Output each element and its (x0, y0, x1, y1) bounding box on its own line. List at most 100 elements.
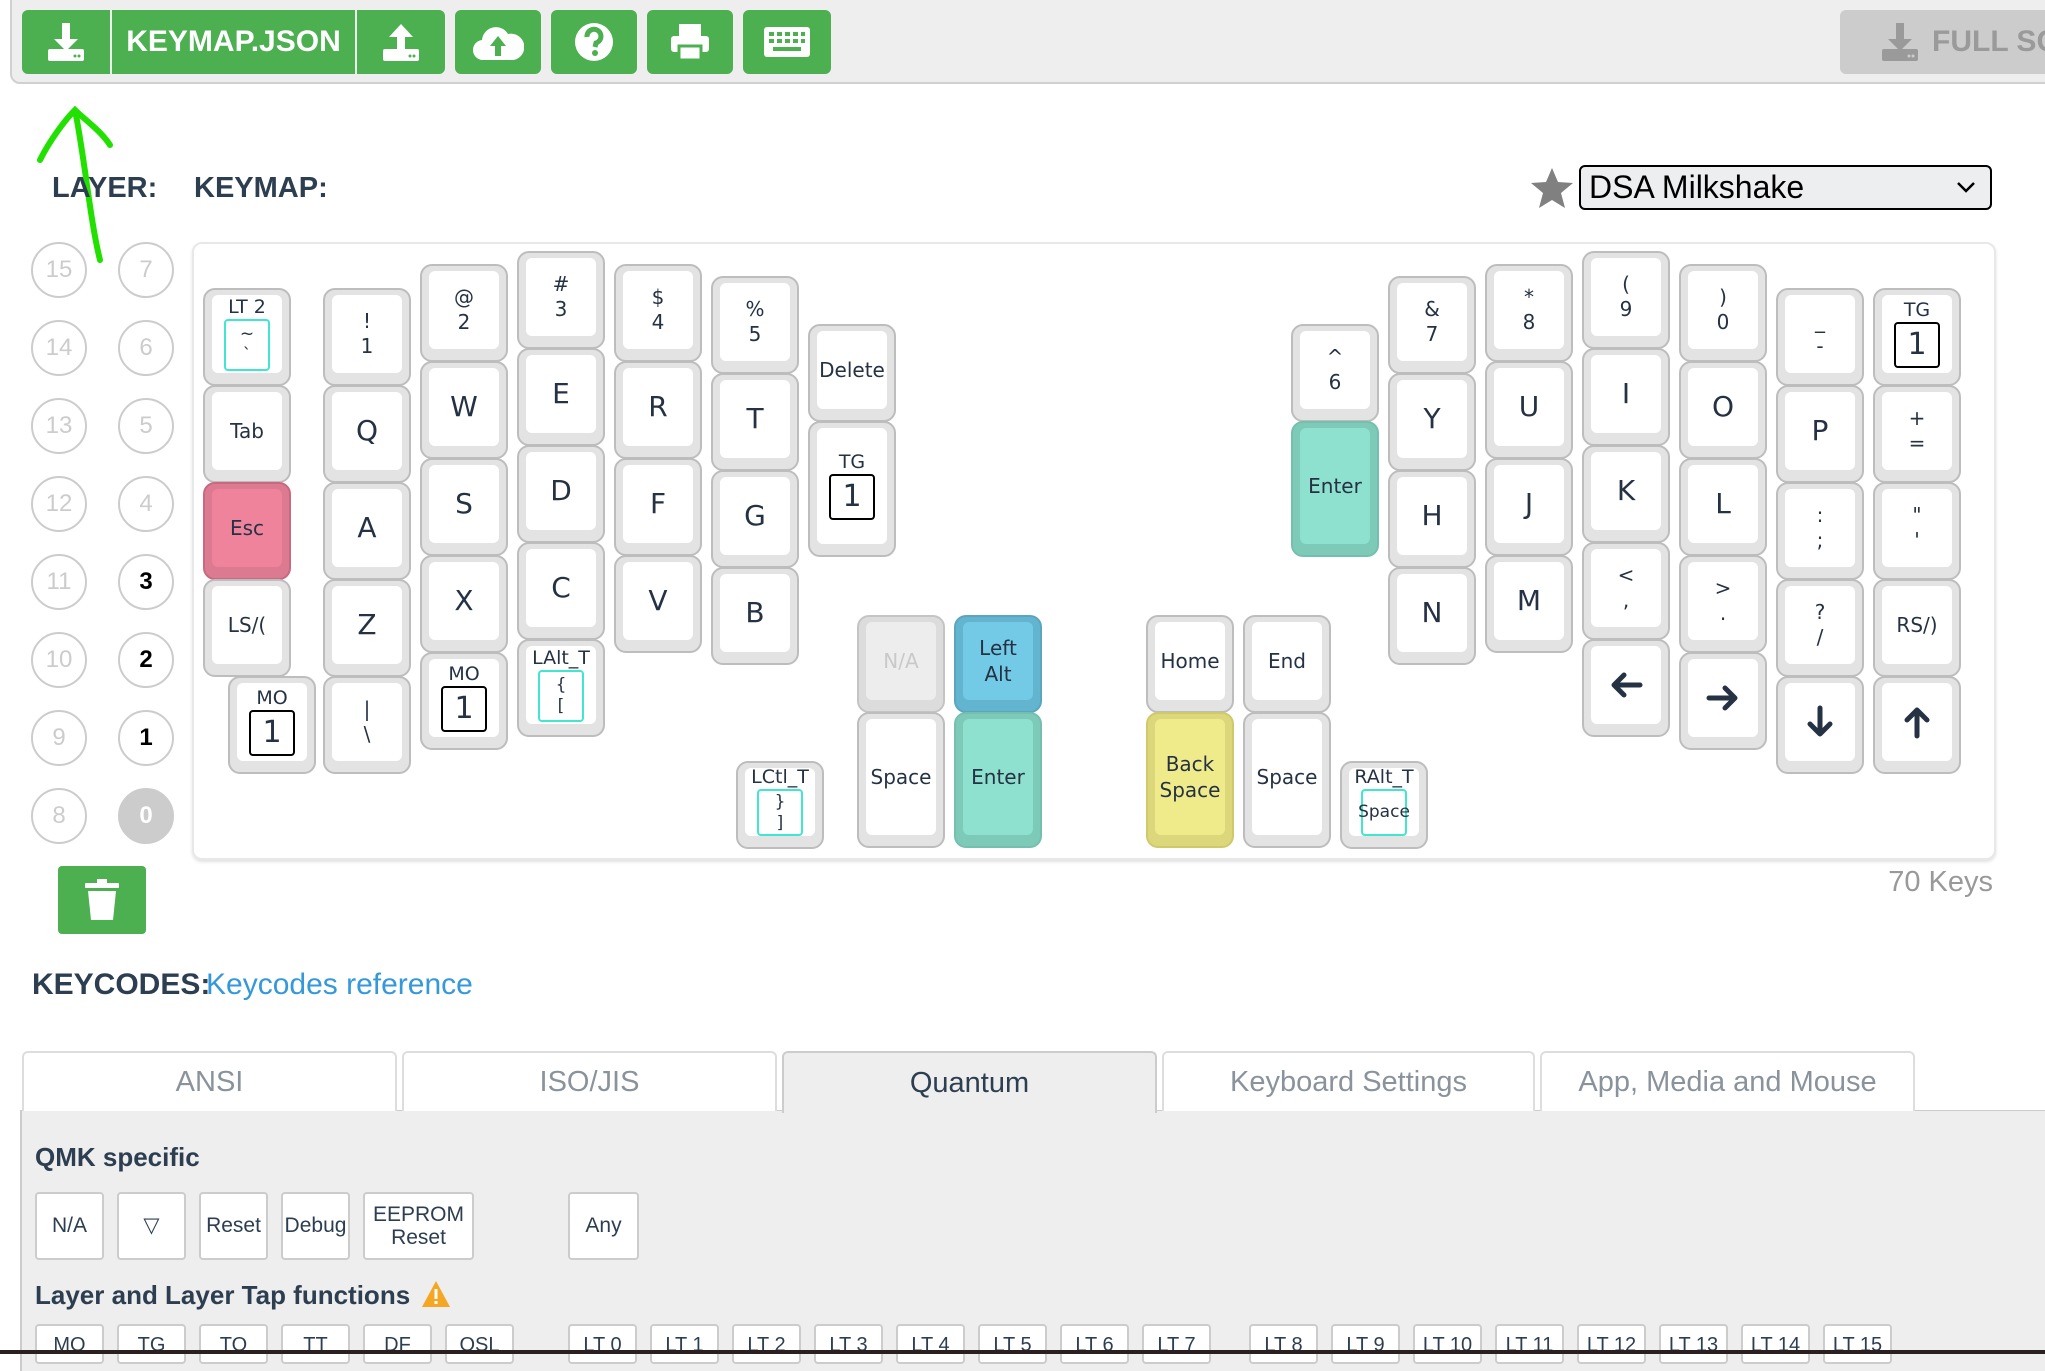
layer-button-0[interactable]: 0 (118, 788, 174, 844)
key-slash[interactable]: ? / (1776, 579, 1864, 677)
key-esc[interactable]: Esc (203, 482, 291, 580)
key-lalt-t[interactable]: LAlt_T{ [ (517, 639, 605, 737)
key-enter-l[interactable]: Enter (954, 712, 1042, 848)
key-b[interactable]: B (711, 567, 799, 665)
keycode-transparent[interactable]: ▽ (117, 1192, 186, 1260)
key-inner-keycode[interactable]: Space (1358, 789, 1410, 836)
keycode-lt-9[interactable]: LT 9 (1331, 1324, 1400, 1364)
key-n6[interactable]: ^ 6 (1291, 324, 1379, 422)
layer-button-6[interactable]: 6 (118, 320, 174, 376)
keycode-lt-1[interactable]: LT 1 (650, 1324, 719, 1364)
keycode-lt-2[interactable]: LT 2 (732, 1324, 801, 1364)
key-o[interactable]: O (1679, 361, 1767, 459)
key-ralt-t[interactable]: RAlt_T Space (1340, 761, 1428, 849)
key-inner-keycode[interactable]: ~ ` (224, 318, 270, 371)
key-tg-left[interactable]: TG 1 (808, 421, 896, 557)
layer-button-3[interactable]: 3 (118, 554, 174, 610)
key-backslash[interactable]: | \ (323, 676, 411, 774)
keycode-lt-11[interactable]: LT 11 (1495, 1324, 1564, 1364)
key-semicolon[interactable]: : ; (1776, 482, 1864, 580)
key-n2[interactable]: @ 2 (420, 264, 508, 362)
key-delete[interactable]: Delete (808, 324, 896, 422)
key-enter-r[interactable]: Enter (1291, 421, 1379, 557)
upload-keymap-button[interactable] (357, 10, 445, 74)
layer-button-10[interactable]: 10 (31, 632, 87, 688)
key-n7[interactable]: & 7 (1388, 276, 1476, 374)
key-backspace[interactable]: Back Space (1146, 712, 1234, 848)
key-up[interactable] (1873, 676, 1961, 774)
keycode-reset[interactable]: Reset (199, 1192, 268, 1260)
tab-iso-jis[interactable]: ISO/JIS (402, 1051, 777, 1111)
key-right[interactable] (1679, 652, 1767, 750)
key-i[interactable]: I (1582, 348, 1670, 446)
keycode-lt-3[interactable]: LT 3 (814, 1324, 883, 1364)
key-g[interactable]: G (711, 470, 799, 568)
print-button[interactable] (647, 10, 733, 74)
star-icon[interactable] (1530, 167, 1574, 209)
key-inner-keycode[interactable]: 1 (249, 709, 295, 756)
layer-button-11[interactable]: 11 (31, 554, 87, 610)
layer-button-15[interactable]: 15 (31, 242, 87, 298)
layer-button-1[interactable]: 1 (118, 710, 174, 766)
keycode-mo[interactable]: MO (35, 1324, 104, 1364)
help-button[interactable] (551, 10, 637, 74)
layer-button-9[interactable]: 9 (31, 710, 87, 766)
key-equal[interactable]: + = (1873, 385, 1961, 483)
keycodes-reference-link[interactable]: Keycodes reference (206, 968, 473, 1002)
key-minus[interactable]: _ - (1776, 288, 1864, 386)
keymap-json-button[interactable]: KEYMAP.JSON (112, 10, 355, 74)
warning-icon[interactable] (421, 1280, 451, 1308)
key-c[interactable]: C (517, 542, 605, 640)
key-left-alt[interactable]: Left Alt (954, 615, 1042, 713)
key-n4[interactable]: $ 4 (614, 264, 702, 362)
key-left[interactable] (1582, 639, 1670, 737)
keycode-lt-0[interactable]: LT 0 (568, 1324, 637, 1364)
cloud-upload-button[interactable] (455, 10, 541, 74)
keycap-theme-select[interactable]: DSA Milkshake (1579, 165, 1992, 210)
tab-ansi[interactable]: ANSI (22, 1051, 397, 1111)
clear-layer-button[interactable] (58, 866, 146, 934)
key-z[interactable]: Z (323, 579, 411, 677)
key-down[interactable] (1776, 676, 1864, 774)
layer-button-2[interactable]: 2 (118, 632, 174, 688)
key-u[interactable]: U (1485, 361, 1573, 459)
tab-keyboard-settings[interactable]: Keyboard Settings (1162, 1051, 1535, 1111)
keycode-eeprom-reset[interactable]: EEPROM Reset (363, 1192, 474, 1260)
keycode-lt-12[interactable]: LT 12 (1577, 1324, 1646, 1364)
keycode-osl[interactable]: OSL (445, 1324, 514, 1364)
key-y[interactable]: Y (1388, 373, 1476, 471)
key-n3[interactable]: # 3 (517, 251, 605, 349)
key-f[interactable]: F (614, 458, 702, 556)
keycode-lt-4[interactable]: LT 4 (896, 1324, 965, 1364)
key-comma[interactable]: < , (1582, 542, 1670, 640)
key-v[interactable]: V (614, 555, 702, 653)
key-n9[interactable]: ( 9 (1582, 251, 1670, 349)
key-lshift[interactable]: LS/( (203, 579, 291, 677)
key-a[interactable]: A (323, 482, 411, 580)
key-k[interactable]: K (1582, 445, 1670, 543)
key-r[interactable]: R (614, 361, 702, 459)
key-rshift[interactable]: RS/) (1873, 579, 1961, 677)
key-quote[interactable]: " ' (1873, 482, 1961, 580)
keycode-df[interactable]: DF (363, 1324, 432, 1364)
full-screen-button[interactable]: FULL SC (1840, 10, 2045, 74)
keycode-lt-7[interactable]: LT 7 (1142, 1324, 1211, 1364)
key-inner-keycode[interactable]: { [ (538, 669, 584, 722)
key-inner-keycode[interactable]: 1 (829, 473, 875, 520)
keycode-any[interactable]: Any (568, 1192, 639, 1260)
layer-button-13[interactable]: 13 (31, 398, 87, 454)
key-q[interactable]: Q (323, 385, 411, 483)
tab-app-media-mouse[interactable]: App, Media and Mouse (1540, 1051, 1915, 1111)
key-n[interactable]: N (1388, 567, 1476, 665)
layer-button-12[interactable]: 12 (31, 476, 87, 532)
keycode-debug[interactable]: Debug (281, 1192, 350, 1260)
key-x[interactable]: X (420, 555, 508, 653)
key-end[interactable]: End (1243, 615, 1331, 713)
key-inner-keycode[interactable]: 1 (1894, 321, 1940, 368)
layer-button-4[interactable]: 4 (118, 476, 174, 532)
key-home[interactable]: Home (1146, 615, 1234, 713)
keycode-lt-14[interactable]: LT 14 (1741, 1324, 1810, 1364)
key-tg-right[interactable]: TG 1 (1873, 288, 1961, 386)
key-tab[interactable]: Tab (203, 385, 291, 483)
key-s[interactable]: S (420, 458, 508, 556)
